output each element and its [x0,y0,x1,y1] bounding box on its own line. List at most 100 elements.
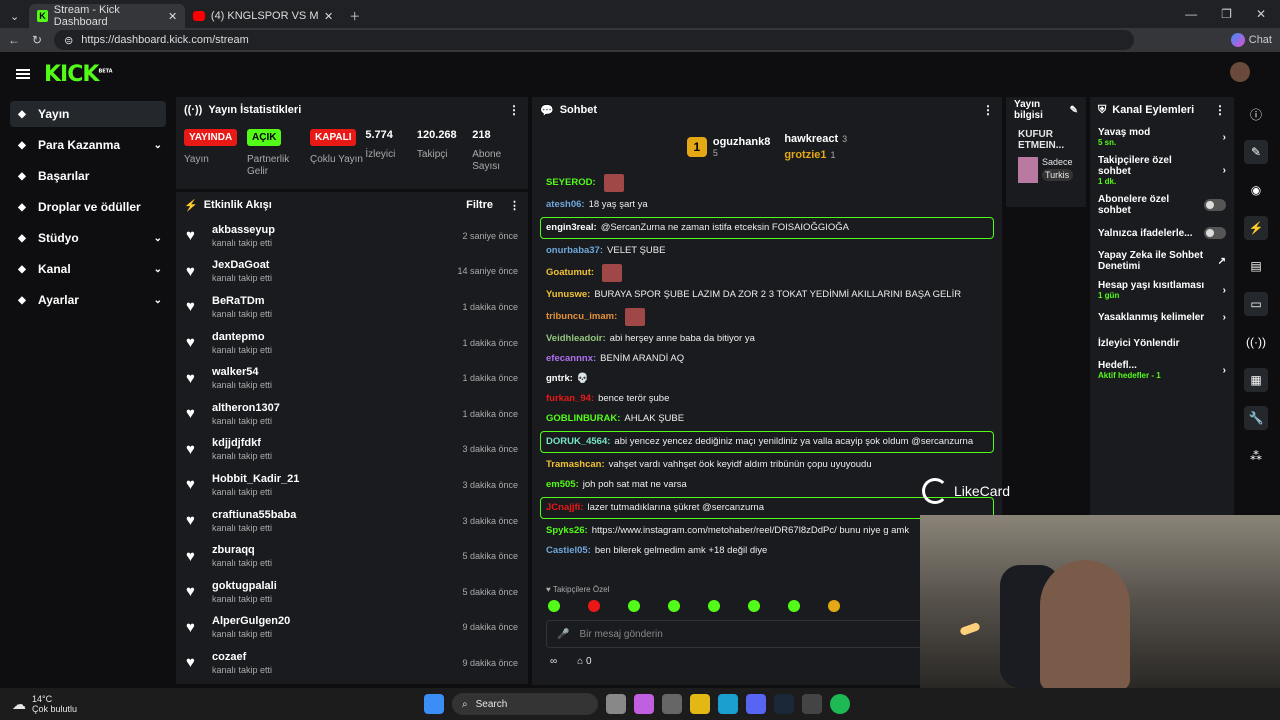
channel-action-item[interactable]: Hedefl... Aktif hedefler - 1 › [1090,356,1234,384]
chat-message[interactable]: tribuncu_imam: [532,305,1002,329]
discord-icon[interactable] [746,694,766,714]
activity-item[interactable]: ♥ cozaef kanalı takip etti 9 dakika önce [176,645,528,681]
activity-item[interactable]: ♥ akbasseyup kanalı takip etti 2 saniye … [176,218,528,254]
chat-message[interactable]: DORUK_4564: abi yencez yencez dediğiniz … [540,431,994,453]
emote-icon[interactable] [668,600,680,612]
chat-username[interactable]: Veidhleadoir: [546,332,606,346]
file-explorer-icon[interactable] [690,694,710,714]
emote-icon[interactable] [548,600,560,612]
channel-action-item[interactable]: Takipçilere özel sohbet 1 dk. › [1090,151,1234,190]
activity-item[interactable]: ♥ zburaqq kanalı takip etti 5 dakika önc… [176,538,528,574]
obs-icon[interactable] [802,694,822,714]
site-info-icon[interactable]: ⊜ [64,34,73,47]
copilot-chat-button[interactable]: Chat [1230,33,1272,47]
edit-icon[interactable]: ✎ [1070,105,1078,116]
url-field[interactable]: ⊜ https://dashboard.kick.com/stream [54,30,1135,50]
activity-item[interactable]: ♥ JexDaGoat kanalı takip etti 14 saniye … [176,254,528,290]
emote-icon[interactable] [588,600,600,612]
chat-username[interactable]: tribuncu_imam: [546,310,617,324]
chat-username[interactable]: Castiel05: [546,544,591,558]
emote-icon[interactable] [748,600,760,612]
chat-message[interactable]: Veidhleadoir: abi herşey anne baba da bi… [532,329,1002,349]
more-options-icon[interactable]: ⋮ [1214,103,1226,117]
chat-message[interactable]: engin3real: @SercanZurna ne zaman istifa… [540,217,994,239]
task-view-icon[interactable] [606,694,626,714]
close-tab-icon[interactable]: ✕ [168,10,177,23]
top-supporter-2[interactable]: hawkreact 3 [784,133,847,145]
toggle-switch[interactable] [1204,227,1226,239]
chat-username[interactable]: engin3real: [546,221,597,235]
chat-message[interactable]: furkan_94: bence terör şube [532,389,1002,409]
tab-list-button[interactable]: ⌄ [0,4,29,28]
lightning-icon[interactable]: ⚡ [1244,216,1268,240]
minimize-icon[interactable]: — [1185,7,1197,21]
sidebar-item[interactable]: ◆ Para Kazanma ⌄ [10,132,166,158]
more-options-icon[interactable]: ⋮ [508,103,520,117]
emote-icon[interactable] [828,600,840,612]
more-options-icon[interactable]: ⋮ [982,103,994,117]
chevron-down-icon[interactable]: ⌄ [154,295,162,306]
stream-category[interactable]: Sadece Turkis [1006,157,1086,183]
chat-username[interactable]: gntrk: [546,372,573,386]
chat-username[interactable]: onurbaba37: [546,244,603,258]
new-tab-button[interactable]: ＋ [341,4,368,28]
share-icon[interactable]: ⁂ [1244,444,1268,468]
kick-logo[interactable]: KICKBETA [44,62,113,87]
wrench-icon[interactable]: 🔧 [1244,406,1268,430]
chat-message[interactable]: efecannnx: BENİM ARANDİ AQ [532,349,1002,369]
document-icon[interactable]: ▤ [1244,254,1268,278]
close-window-icon[interactable]: ✕ [1256,7,1266,21]
activity-item[interactable]: ♥ craftiuna55baba kanalı takip etti 3 da… [176,503,528,539]
activity-item[interactable]: ♥ dantepmo kanalı takip etti 1 dakika ön… [176,325,528,361]
copilot-taskbar-icon[interactable] [634,694,654,714]
activity-item[interactable]: ♥ altheron1307 kanalı takip etti 1 dakik… [176,396,528,432]
weather-widget[interactable]: ☁ 14°C Çok bulutlu [0,694,420,714]
sidebar-item[interactable]: ◆ Kanal ⌄ [10,256,166,282]
hamburger-menu-icon[interactable] [16,69,30,79]
close-tab-icon[interactable]: ✕ [324,10,333,23]
channel-action-item[interactable]: Abonelere özel sohbet [1090,190,1234,220]
chat-username[interactable]: GOBLINBURAK: [546,412,620,426]
chat-username[interactable]: Tramashcan: [546,458,605,472]
mic-icon[interactable]: 🎤 [557,629,569,640]
activity-item[interactable]: ♥ walker54 kanalı takip etti 1 dakika ön… [176,360,528,396]
chevron-down-icon[interactable]: ⌄ [154,233,162,244]
sidebar-item[interactable]: ◆ Başarılar [10,163,166,189]
chevron-down-icon[interactable]: ⌄ [154,140,162,151]
back-icon[interactable]: ← [8,33,20,47]
chat-username[interactable]: em505: [546,478,579,492]
top-supporter-3[interactable]: grotzie1 1 [784,149,847,161]
sidebar-item[interactable]: ◆ Droplar ve ödüller [10,194,166,220]
chat-message[interactable]: GOBLINBURAK: AHLAK ŞUBE [532,409,1002,429]
chat-username[interactable]: Spyks26: [546,524,588,538]
infinity-icon[interactable]: ∞ [550,656,557,667]
top-supporter-1[interactable]: 1 oguzhank8 5 [686,136,770,158]
sidebar-item[interactable]: ◆ Stüdyo ⌄ [10,225,166,251]
chat-message[interactable]: onurbaba37: VELET ŞUBE [532,241,1002,261]
camera-icon[interactable]: ◉ [1244,178,1268,202]
chat-message[interactable]: SEYEROD: [532,171,1002,195]
more-options-icon[interactable]: ⋮ [509,199,520,212]
refresh-icon[interactable]: ↻ [32,33,42,47]
store-icon[interactable]: ⌂ 0 [577,656,591,667]
toggle-switch[interactable] [1204,199,1226,211]
activity-item[interactable]: ♥ kdjjdjfdkf kanalı takip etti 3 dakika … [176,432,528,468]
chat-username[interactable]: efecannnx: [546,352,596,366]
chat-username[interactable]: Yunuswe: [546,288,590,302]
browser-tab-youtube[interactable]: (4) KNGLSPOR VS METOSPORI KU ✕ [185,4,341,28]
chat-message[interactable]: atesh06: 18 yaş şart ya [532,195,1002,215]
chat-icon[interactable]: ▭ [1244,292,1268,316]
chat-message[interactable]: Yunuswe: BURAYA SPOR ŞUBE LAZIM DA ZOR 2… [532,285,1002,305]
emote-icon[interactable] [628,600,640,612]
chat-username[interactable]: DORUK_4564: [546,435,610,449]
channel-action-item[interactable]: Yapay Zeka ile Sohbet Denetimi ↗ [1090,246,1234,276]
channel-action-item[interactable]: Yalnızca ifadelerle... [1090,220,1234,246]
server-icon[interactable]: ▦ [1244,368,1268,392]
activity-item[interactable]: ♥ BeRaTDm kanalı takip etti 1 dakika önc… [176,289,528,325]
steam-icon[interactable] [774,694,794,714]
chat-message[interactable]: Goatumut: [532,261,1002,285]
store-taskbar-icon[interactable] [662,694,682,714]
emote-icon[interactable] [788,600,800,612]
chat-username[interactable]: SEYEROD: [546,176,596,190]
user-avatar[interactable] [1230,62,1250,82]
